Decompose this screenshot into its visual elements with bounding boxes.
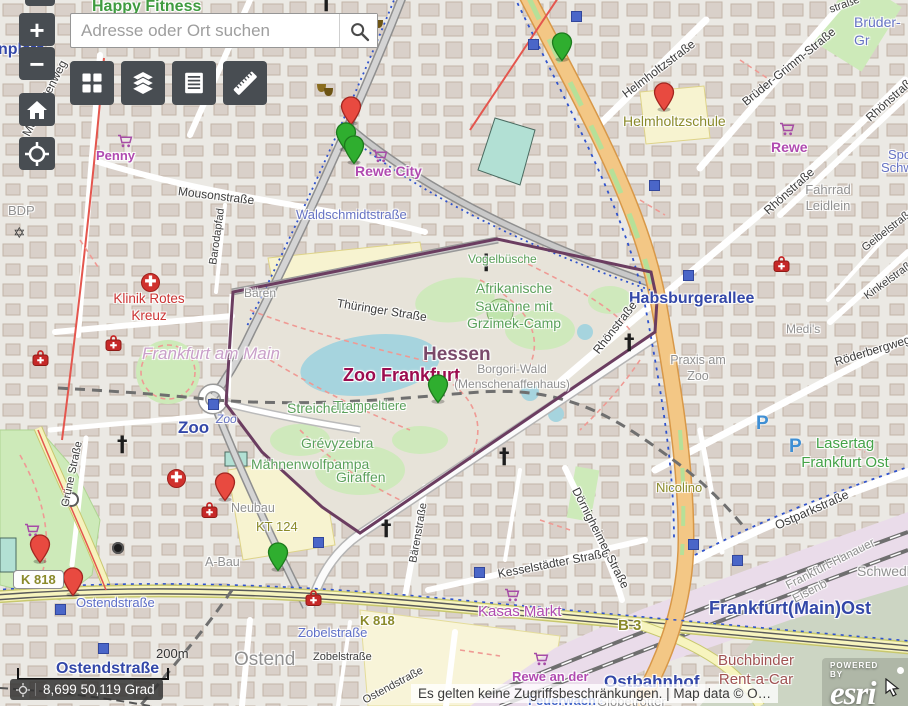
esri-globe-dot xyxy=(897,667,904,674)
search-icon xyxy=(348,20,370,42)
locate-icon xyxy=(25,142,49,166)
zoom-in-button[interactable]: + xyxy=(19,13,55,46)
crosshair-icon xyxy=(16,683,30,697)
measure-button[interactable] xyxy=(223,61,267,105)
partial-toolbar-button[interactable] xyxy=(25,0,55,6)
zoom-out-button[interactable]: − xyxy=(19,47,55,80)
search-box xyxy=(70,13,378,48)
road-shield-k818: K 818 xyxy=(13,570,64,589)
basemap-gallery-button[interactable] xyxy=(70,61,114,105)
measure-icon xyxy=(229,67,261,99)
coordinates-widget: 8,699 50,119 Grad xyxy=(10,679,163,700)
basemap-gallery-icon xyxy=(77,68,107,98)
search-button[interactable] xyxy=(339,14,377,47)
locate-button[interactable] xyxy=(19,137,55,170)
layers-icon xyxy=(127,67,159,99)
search-input[interactable] xyxy=(71,14,339,47)
scale-label: 200m xyxy=(156,646,189,661)
coordinates-value: 8,699 50,119 Grad xyxy=(43,682,155,697)
legend-icon xyxy=(179,68,209,98)
layers-button[interactable] xyxy=(121,61,165,105)
home-icon xyxy=(26,100,48,120)
mouse-cursor xyxy=(884,678,900,698)
attribution-bar: Es gelten keine Zugriffsbeschränkungen. … xyxy=(411,684,778,703)
legend-button[interactable] xyxy=(172,61,216,105)
map-application: ✚✚ xyxy=(0,0,908,706)
map-canvas[interactable] xyxy=(0,0,908,706)
home-button[interactable] xyxy=(19,93,55,126)
